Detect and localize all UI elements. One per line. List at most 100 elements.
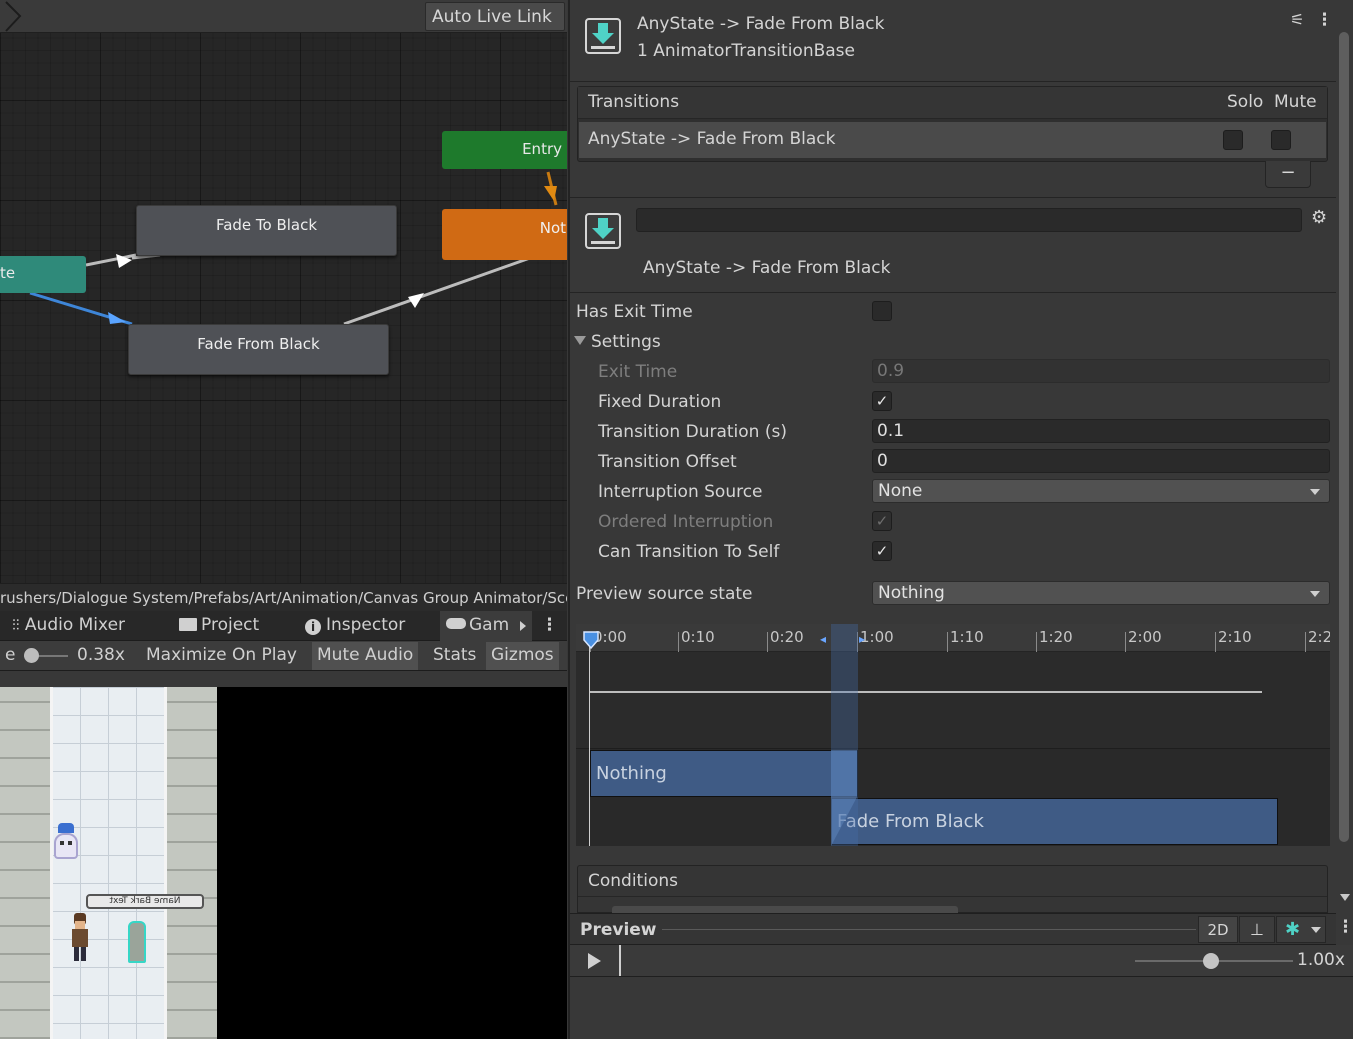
tick-line — [1305, 632, 1306, 652]
tab-project[interactable]: Project — [179, 611, 259, 641]
ghost-character-sprite — [52, 823, 80, 865]
asset-path: rushers/Dialogue System/Prefabs/Art/Anim… — [0, 589, 567, 607]
bar-label: Fade From Black — [837, 811, 984, 832]
exit-time-label: Exit Time — [598, 362, 678, 382]
transitions-list: Transitions Solo Mute AnyState -> Fade F… — [577, 86, 1328, 162]
gizmos-button[interactable]: Gizmos — [486, 642, 559, 670]
humanoid-icon: ✱ — [1285, 919, 1301, 940]
bar-label: Nothing — [596, 763, 667, 784]
state-entry[interactable]: Entry — [442, 131, 567, 169]
inspector-scrollbar[interactable] — [1336, 22, 1353, 914]
tick-line — [947, 632, 948, 652]
chevron-down-icon — [1310, 591, 1320, 597]
conditions-divider — [578, 896, 1327, 897]
transition-offset-input[interactable]: 0 — [872, 449, 1330, 473]
exit-time-input[interactable]: 0.9 — [872, 359, 1330, 383]
transition-download-icon — [585, 18, 621, 54]
preview-menu-kebab-icon[interactable]: ⋮ — [1337, 917, 1353, 937]
solo-header-label: Solo — [1227, 92, 1264, 112]
tab-audio-mixer[interactable]: ⫶⫶ Audio Mixer — [12, 611, 125, 641]
ordered-interruption-label: Ordered Interruption — [598, 512, 774, 532]
can-transition-to-self-label: Can Transition To Self — [598, 542, 780, 562]
transition-duration-input[interactable]: 0.1 — [872, 419, 1330, 443]
can-transition-to-self-checkbox[interactable]: ✓ — [872, 541, 892, 561]
scrollbar-thumb[interactable] — [1339, 32, 1349, 842]
has-exit-time-checkbox[interactable] — [872, 301, 892, 321]
scale-label: e — [5, 645, 16, 665]
state-label: Entry — [522, 140, 562, 158]
conditions-list: Conditions — [577, 865, 1328, 914]
transition-name-input[interactable] — [636, 208, 1302, 232]
tick-line — [767, 632, 768, 652]
source-state-bar[interactable]: Nothing — [590, 750, 858, 797]
fixed-duration-checkbox[interactable]: ✓ — [872, 391, 892, 411]
playhead-line — [589, 636, 590, 846]
audio-mixer-icon: ⫶⫶ — [12, 616, 20, 634]
maximize-on-play-button[interactable]: Maximize On Play — [141, 642, 302, 670]
graph-path-bar: rushers/Dialogue System/Prefabs/Art/Anim… — [0, 583, 567, 611]
state-any-state[interactable]: te — [0, 256, 86, 293]
scale-slider-handle[interactable] — [24, 648, 39, 663]
tick-line — [1125, 632, 1126, 652]
game-view[interactable]: Name Bark Text — [0, 687, 567, 1039]
auto-live-link-button[interactable]: Auto Live Link — [425, 2, 565, 31]
tab-game[interactable]: Gam — [440, 611, 532, 641]
preview-speed-slider-handle[interactable] — [1203, 953, 1219, 969]
preview-scrubber-line[interactable] — [619, 945, 621, 976]
interruption-source-dropdown[interactable]: None — [872, 479, 1330, 503]
tab-label: Project — [201, 615, 260, 635]
scroll-down-arrow-icon[interactable] — [1340, 894, 1350, 901]
transition-start-handle-icon[interactable]: ◂ — [820, 632, 830, 646]
tick-label: 2:10 — [1218, 628, 1252, 646]
preview-playback-row: 1.00x — [570, 945, 1353, 977]
2d-toggle-button[interactable]: 2D — [1198, 916, 1238, 943]
tab-label: Audio Mixer — [24, 615, 126, 635]
animator-graph[interactable]: Auto Live Link Entry Not Fade To Black F… — [0, 0, 567, 583]
scale-value: 0.38x — [77, 645, 125, 665]
playhead-marker-icon[interactable] — [582, 630, 600, 650]
animator-toolbar: Auto Live Link — [0, 0, 567, 33]
transition-end-handle-icon[interactable]: ▸ — [859, 632, 869, 646]
tab-overflow-arrow-icon[interactable] — [520, 621, 526, 631]
play-icon[interactable] — [588, 953, 601, 969]
solo-checkbox[interactable] — [1223, 130, 1243, 150]
floor-edge-right — [164, 687, 167, 1039]
tick-label: 0:20 — [770, 628, 804, 646]
stone-wall-right — [166, 687, 217, 1039]
mute-audio-button[interactable]: Mute Audio — [312, 642, 419, 670]
list-separator — [570, 197, 1336, 198]
ordered-interruption-checkbox[interactable]: ✓ — [872, 511, 892, 531]
settings-foldout-arrow-icon[interactable] — [574, 336, 586, 345]
tab-label: Inspector — [326, 615, 406, 635]
state-fade-from-black[interactable]: Fade From Black — [128, 324, 389, 375]
breadcrumb-arrow-icon[interactable] — [0, 0, 24, 33]
transition-timeline[interactable]: 0:00 0:10 0:20 1:00 1:10 1:20 2:00 2:10 … — [576, 624, 1330, 846]
gamepad-icon — [446, 618, 466, 629]
weight-curve-line — [590, 691, 1262, 693]
transition-window[interactable] — [831, 624, 858, 846]
curve-track — [576, 652, 1330, 748]
mute-checkbox[interactable] — [1271, 130, 1291, 150]
inspector-menu-kebab-icon[interactable]: ⋮ — [1316, 10, 1333, 30]
timeline-ruler[interactable]: 0:00 0:10 0:20 1:00 1:10 1:20 2:00 2:10 … — [576, 624, 1330, 652]
state-not[interactable]: Not — [442, 209, 567, 260]
tab-inspector[interactable]: i Inspector — [305, 611, 405, 641]
settings-foldout-label[interactable]: Settings — [591, 332, 661, 352]
gear-icon[interactable]: ⚙ — [1311, 207, 1327, 228]
preview-speed-value: 1.00x — [1297, 950, 1345, 970]
dropdown-value: Nothing — [878, 583, 945, 603]
avatar-preview-dropdown[interactable]: ✱ — [1276, 916, 1326, 943]
remove-transition-button[interactable]: − — [1265, 161, 1311, 188]
pivot-icon[interactable]: ⊥ — [1239, 916, 1275, 943]
transition-row[interactable]: AnyState -> Fade From Black — [579, 122, 1326, 158]
bark-text-label: Name Bark Text — [86, 894, 204, 909]
stats-button[interactable]: Stats — [428, 642, 481, 670]
stone-wall-left — [0, 687, 50, 1039]
state-label: Fade To Black — [215, 216, 318, 234]
tab-menu-kebab-icon[interactable]: ⋮ — [541, 611, 558, 641]
preset-sliders-icon[interactable]: ⚟ — [1290, 10, 1304, 29]
bottom-tab-bar: ⫶⫶ Audio Mixer Project i Inspector Gam ⋮ — [0, 611, 567, 641]
destination-state-bar[interactable]: Fade From Black — [831, 798, 1278, 845]
state-fade-to-black[interactable]: Fade To Black — [136, 205, 397, 256]
preview-source-state-dropdown[interactable]: Nothing — [872, 581, 1330, 605]
